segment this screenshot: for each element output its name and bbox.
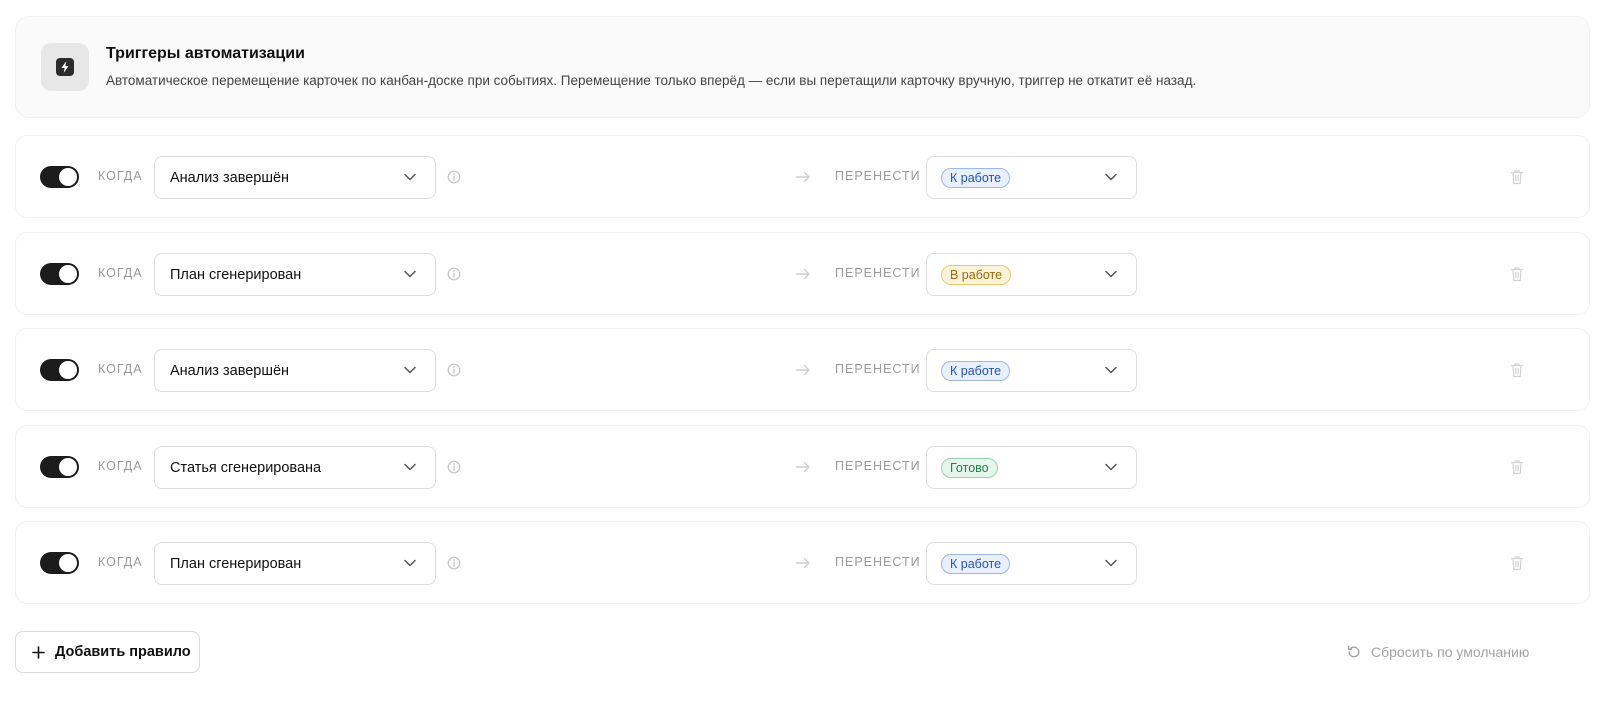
toggle-knob: [59, 361, 77, 379]
rule-enabled-toggle[interactable]: [40, 262, 79, 285]
event-select[interactable]: Анализ завершён: [154, 349, 436, 392]
toggle-knob: [59, 457, 77, 476]
reset-defaults-button[interactable]: Сбросить по умолчанию: [1346, 640, 1551, 664]
status-badge: К работе: [941, 168, 1011, 188]
rule-row: КОГДА Анализ завершён ПЕРЕНЕСТИ В К работе: [15, 328, 1590, 411]
rule-row: КОГДА План сгенерирован ПЕРЕНЕСТИ В К работ…: [15, 521, 1590, 604]
rule-enabled-toggle[interactable]: [40, 455, 79, 478]
rule-row: КОГДА План сгенерирован ПЕРЕНЕСТИ В В работ…: [15, 231, 1590, 315]
trash-icon[interactable]: [1509, 265, 1525, 283]
rule-enabled-toggle[interactable]: [40, 552, 79, 574]
status-badge: В работе: [941, 264, 1012, 285]
trash-icon[interactable]: [1509, 554, 1525, 572]
event-select[interactable]: Статья сгенерирована: [154, 445, 436, 489]
move-to-label: ПЕРЕНЕСТИ В: [835, 362, 935, 376]
trash-icon[interactable]: [1509, 168, 1525, 186]
when-label: КОГДА: [98, 555, 143, 569]
arrow-right-icon: [795, 557, 810, 569]
event-select-value: Анализ завершён: [170, 363, 290, 379]
target-column-select[interactable]: Готово: [926, 445, 1137, 489]
chevron-down-icon: [1105, 173, 1117, 181]
when-label: КОГДА: [98, 169, 143, 183]
rule-row: КОГДА Статья сгенерирована ПЕРЕНЕСТИ В Гото…: [15, 424, 1590, 508]
move-to-label: ПЕРЕНЕСТИ В: [835, 555, 935, 569]
when-label: КОГДА: [98, 265, 143, 280]
when-label: КОГДА: [98, 458, 143, 473]
event-select-value: Анализ завершён: [170, 170, 290, 186]
add-rule-button[interactable]: Добавить правило: [15, 631, 200, 673]
info-icon[interactable]: [446, 266, 462, 282]
target-column-select[interactable]: В работе: [926, 252, 1137, 296]
move-to-label: ПЕРЕНЕСТИ В: [835, 458, 935, 473]
lightning-icon: [56, 58, 74, 76]
add-rule-label: Добавить правило: [55, 644, 191, 660]
event-select-value: План сгенерирован: [170, 556, 302, 572]
event-select[interactable]: План сгенерирован: [154, 542, 436, 585]
chevron-down-icon: [1105, 559, 1117, 567]
move-to-label: ПЕРЕНЕСТИ В: [835, 265, 935, 280]
arrow-right-icon: [795, 461, 810, 472]
toggle-knob: [59, 264, 77, 283]
target-column-select[interactable]: К работе: [926, 349, 1137, 392]
chevron-down-icon: [404, 463, 416, 470]
automation-header: Триггеры автоматизации Автоматическое пе…: [15, 16, 1590, 118]
rule-enabled-toggle[interactable]: [40, 359, 79, 381]
page-title: Триггеры автоматизации: [106, 45, 305, 62]
info-icon[interactable]: [446, 362, 462, 378]
status-badge: К работе: [941, 361, 1011, 381]
info-icon[interactable]: [446, 555, 462, 571]
trash-icon[interactable]: [1509, 361, 1525, 379]
chevron-down-icon: [404, 270, 416, 277]
chevron-down-icon: [404, 366, 416, 374]
target-column-select[interactable]: К работе: [926, 542, 1137, 585]
toggle-knob: [59, 168, 77, 186]
chevron-down-icon: [1105, 366, 1117, 374]
arrow-right-icon: [795, 171, 810, 183]
move-to-label: ПЕРЕНЕСТИ В: [835, 169, 935, 183]
chevron-down-icon: [1105, 270, 1117, 277]
event-select-value: Статья сгенерирована: [170, 459, 322, 476]
target-column-select[interactable]: К работе: [926, 156, 1137, 199]
reset-defaults-label: Сбросить по умолчанию: [1371, 644, 1530, 660]
toggle-knob: [59, 554, 77, 572]
arrow-right-icon: [795, 364, 810, 376]
chevron-down-icon: [404, 559, 416, 567]
info-icon[interactable]: [446, 459, 462, 475]
status-badge: К работе: [941, 554, 1011, 574]
trash-icon[interactable]: [1509, 458, 1525, 476]
chevron-down-icon: [404, 173, 416, 181]
rule-row: КОГДА Анализ завершён ПЕРЕНЕСТИ В К работе: [15, 135, 1590, 218]
chevron-down-icon: [1105, 463, 1117, 470]
event-select[interactable]: Анализ завершён: [154, 156, 436, 199]
info-icon[interactable]: [446, 169, 462, 185]
page-description: Автоматическое перемещение карточек по к…: [106, 73, 1197, 88]
when-label: КОГДА: [98, 362, 143, 376]
rule-enabled-toggle[interactable]: [40, 166, 79, 188]
reset-icon: [1347, 645, 1360, 658]
status-badge: Готово: [941, 457, 998, 478]
event-select-value: План сгенерирован: [170, 266, 302, 283]
header-icon-box: [41, 43, 89, 91]
plus-icon: [32, 646, 45, 659]
arrow-right-icon: [795, 268, 810, 279]
event-select[interactable]: План сгенерирован: [154, 252, 436, 296]
